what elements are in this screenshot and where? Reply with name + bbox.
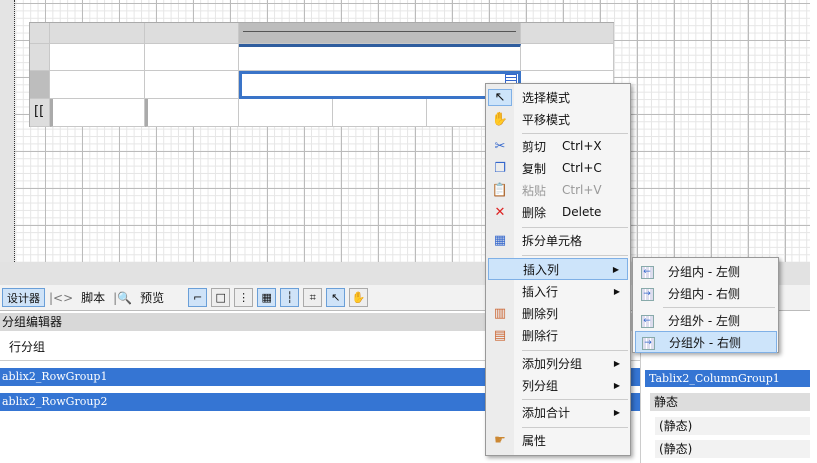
column-handle[interactable] [50,23,145,44]
insert-left-icon: ← [640,315,654,328]
menu-item-select-mode[interactable]: ↖ 选择模式 [488,86,628,108]
split-cell-icon: ▦ [493,232,507,248]
column-handle[interactable] [521,23,614,44]
table-cell[interactable] [333,99,427,127]
paste-icon: 📋 [491,182,509,198]
pointer-icon[interactable]: ↖ [326,288,346,307]
menu-item-cut[interactable]: ✂ 剪切 Ctrl+X [488,135,628,157]
tab-designer[interactable]: 设计器 [2,288,45,307]
hand-icon: ✋ [491,111,509,127]
grid-icon[interactable]: ▦ [257,288,277,307]
menu-item-split-cell[interactable]: ▦ 拆分单元格 [488,229,628,251]
magnifier-icon: |🔍 [113,290,133,305]
table-cell[interactable] [50,99,145,127]
table-cell[interactable] [145,71,239,99]
insert-column-submenu: ← 分组内 - 左侧 → 分组内 - 右侧 ← 分组外 - 左侧 → 分组外 - 右侧 [632,257,779,353]
submenu-outside-right[interactable]: → 分组外 - 右侧 [635,331,777,353]
ruler-icon[interactable]: ⌐ [188,288,208,307]
snap-icon[interactable]: ⌗ [303,288,323,307]
tab-preview[interactable]: 预览 [136,288,168,308]
submenu-arrow-icon: ▶ [613,380,620,390]
menu-item-add-column-group[interactable]: 添加列分组 ▶ [488,352,628,374]
context-menu: ↖ 选择模式 ✋ 平移模式 ✂ 剪切 Ctrl+X ❐ 复制 Ctrl+C 📋 粘贴 Ctrl+… [485,83,631,456]
insert-right-icon: → [640,288,654,301]
pointer-icon: ↖ [488,88,512,106]
submenu-arrow-icon: ▶ [613,358,620,368]
menu-item-pan-mode[interactable]: ✋ 平移模式 [488,108,628,130]
corner-handle[interactable] [30,23,50,44]
row-handle[interactable] [30,44,50,71]
submenu-arrow-icon: ▶ [613,286,620,296]
menu-item-delete[interactable]: ✕ 删除 Delete [488,201,628,223]
menu-item-delete-column[interactable]: ▥ 删除列 [488,302,628,324]
insert-right-icon: → [641,337,655,350]
delete-icon: ✕ [494,204,506,220]
table-cell[interactable] [145,44,239,71]
canvas-gutter [0,0,15,262]
delete-column-icon: ▥ [493,305,507,321]
scissors-icon: ✂ [494,138,506,154]
submenu-inside-left[interactable]: ← 分组内 - 左侧 [635,260,777,282]
column-group-item[interactable]: Tablix2_ColumnGroup1 [645,370,810,387]
submenu-inside-right[interactable]: → 分组内 - 右侧 [635,282,777,304]
tab-script[interactable]: 脚本 [77,288,109,308]
dotted-grid-icon[interactable]: ⋮ [234,288,254,307]
guides-icon[interactable]: ┆ [280,288,300,307]
table-cell[interactable] [239,44,521,71]
table-cell[interactable] [50,71,145,99]
delete-row-icon: ▤ [493,327,507,343]
submenu-outside-left[interactable]: ← 分组外 - 左侧 [635,309,777,331]
menu-item-properties[interactable]: ☛ 属性 [488,429,628,451]
column-handle[interactable] [145,23,239,44]
copy-icon: ❐ [494,160,506,176]
menu-item-delete-row[interactable]: ▤ 删除行 [488,324,628,346]
menu-item-insert-column[interactable]: 插入列 ▶ [488,258,628,280]
menu-item-insert-row[interactable]: 插入行 ▶ [488,280,628,302]
submenu-arrow-icon: ▶ [613,407,620,417]
selected-cell[interactable] [239,71,521,99]
menu-item-paste[interactable]: 📋 粘贴 Ctrl+V [488,179,628,201]
static-item[interactable]: (静态) [655,440,810,458]
submenu-arrow-icon: ▶ [612,264,619,274]
menu-item-add-total[interactable]: 添加合计 ▶ [488,401,628,423]
row-handle[interactable] [30,71,50,99]
code-icon: |<> [49,290,74,305]
table-cell[interactable] [145,99,239,127]
properties-icon: ☛ [494,432,506,448]
table-cell[interactable] [521,44,614,71]
menu-item-column-group[interactable]: 列分组 ▶ [488,374,628,396]
hand-icon[interactable]: ✋ [349,288,369,307]
insert-left-icon: ← [640,266,654,279]
static-item[interactable]: (静态) [655,417,810,435]
column-group-handle[interactable] [239,23,521,44]
static-header: 静态 [650,393,810,411]
row-group-handle[interactable]: [[ [30,99,50,127]
table-cell[interactable] [239,99,333,127]
border-icon[interactable]: □ [211,288,231,307]
table-cell[interactable] [50,44,145,71]
menu-item-copy[interactable]: ❐ 复制 Ctrl+C [488,157,628,179]
